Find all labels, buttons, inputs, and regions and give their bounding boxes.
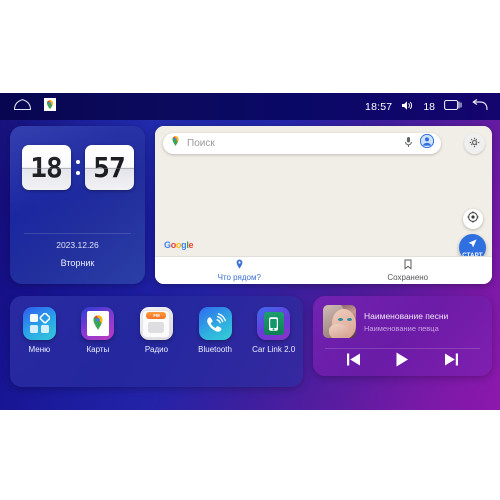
navigation-arrow-icon	[467, 236, 478, 254]
google-maps-app-icon[interactable]	[44, 97, 56, 116]
apps-grid-icon	[22, 307, 56, 340]
tab-saved-label: Сохранено	[387, 273, 429, 282]
back-arrow-icon[interactable]	[471, 98, 488, 116]
tab-nearby[interactable]: Что рядом?	[155, 257, 324, 284]
app-bluetooth-label: Bluetooth	[198, 345, 232, 354]
clock-date: 2023.12.26	[56, 240, 99, 250]
app-car-link-label: Car Link 2.0	[252, 345, 296, 354]
clock-weekday: Вторник	[60, 258, 95, 268]
clock-widget[interactable]: 18 57 2023.12.26 Вторник	[10, 126, 145, 284]
app-menu-label: Меню	[28, 345, 51, 354]
radio-band-label: FM	[153, 313, 160, 318]
map-settings-button[interactable]	[464, 133, 485, 154]
search-input[interactable]: Поиск	[163, 133, 441, 154]
locate-button[interactable]	[463, 209, 483, 229]
volume-level: 18	[423, 100, 435, 113]
status-bar: 18:57 18	[0, 93, 500, 120]
next-button[interactable]	[443, 352, 460, 367]
previous-button[interactable]	[345, 352, 362, 367]
search-placeholder: Поиск	[187, 138, 215, 149]
car-head-unit-home-screen: 18:57 18 18 57 2023.12.26 Вторник Поиск …	[0, 93, 500, 410]
car-link-icon	[257, 307, 291, 340]
status-bar-right: 18:57 18	[365, 98, 500, 116]
volume-icon[interactable]	[401, 98, 414, 116]
play-button[interactable]	[394, 351, 410, 368]
recents-icon[interactable]	[444, 98, 462, 116]
clock-colon	[74, 160, 82, 175]
maps-pin-icon	[170, 135, 181, 153]
clock-minutes-value: 57	[93, 151, 126, 184]
app-car-link[interactable]: Car Link 2.0	[249, 307, 299, 354]
clock-minutes: 57	[84, 145, 134, 190]
account-avatar-icon[interactable]	[419, 133, 435, 153]
status-bar-left	[0, 97, 56, 116]
microphone-icon[interactable]	[404, 135, 413, 153]
radio-icon: FM	[139, 307, 173, 340]
clock-hours-value: 18	[30, 151, 63, 184]
album-art	[323, 305, 356, 338]
media-player-widget[interactable]: Наименование песни Наименование певца	[313, 296, 492, 376]
home-icon[interactable]	[13, 98, 32, 116]
media-title: Наименование песни	[364, 310, 449, 321]
app-menu[interactable]: Меню	[14, 307, 64, 354]
app-dock: Меню Карты FM Радио Bluetooth Car Link 2…	[10, 296, 303, 387]
gear-icon	[469, 135, 480, 153]
app-maps[interactable]: Карты	[73, 307, 123, 354]
status-time: 18:57	[365, 100, 393, 113]
search-tools	[404, 133, 441, 153]
map-bottom-tabs: Что рядом? Сохранено	[155, 256, 492, 284]
bluetooth-phone-icon	[198, 307, 232, 340]
media-track-info: Наименование песни Наименование певца	[313, 296, 492, 338]
tab-saved[interactable]: Сохранено	[324, 257, 493, 284]
app-bluetooth[interactable]: Bluetooth	[190, 307, 240, 354]
flip-clock: 18 57	[10, 145, 145, 190]
media-artist: Наименование певца	[364, 323, 439, 333]
google-logo: Google	[164, 240, 194, 250]
clock-divider	[24, 233, 131, 234]
media-controls	[313, 351, 492, 368]
media-text: Наименование песни Наименование певца	[364, 311, 448, 333]
app-radio-label: Радио	[144, 345, 169, 354]
tab-nearby-label: Что рядом?	[217, 273, 261, 282]
media-divider	[325, 348, 480, 349]
location-pin-icon	[235, 259, 244, 272]
map-widget[interactable]: Поиск Google Что рядом? Сохранено	[155, 126, 492, 284]
bookmark-icon	[404, 259, 412, 272]
clock-hours: 18	[21, 145, 71, 190]
locate-compass-icon	[467, 210, 479, 228]
google-maps-icon	[81, 307, 115, 340]
app-maps-label: Карты	[86, 345, 110, 354]
app-radio[interactable]: FM Радио	[131, 307, 181, 354]
